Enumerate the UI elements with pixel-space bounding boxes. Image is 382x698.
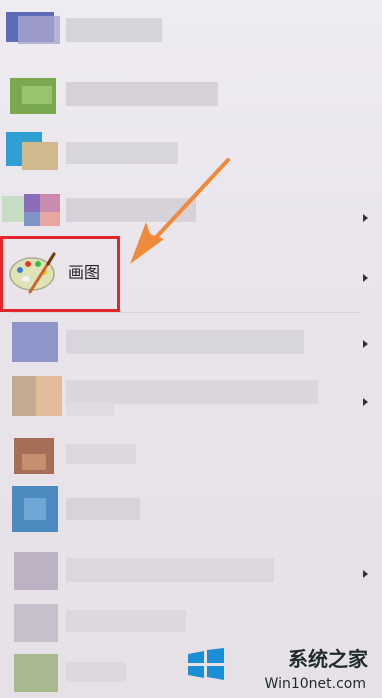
watermark-name: 系统之家 (288, 647, 368, 671)
annotation-arrow (130, 158, 230, 264)
windows-logo-icon (188, 648, 224, 680)
watermark-url: Win10net.com (264, 676, 366, 692)
